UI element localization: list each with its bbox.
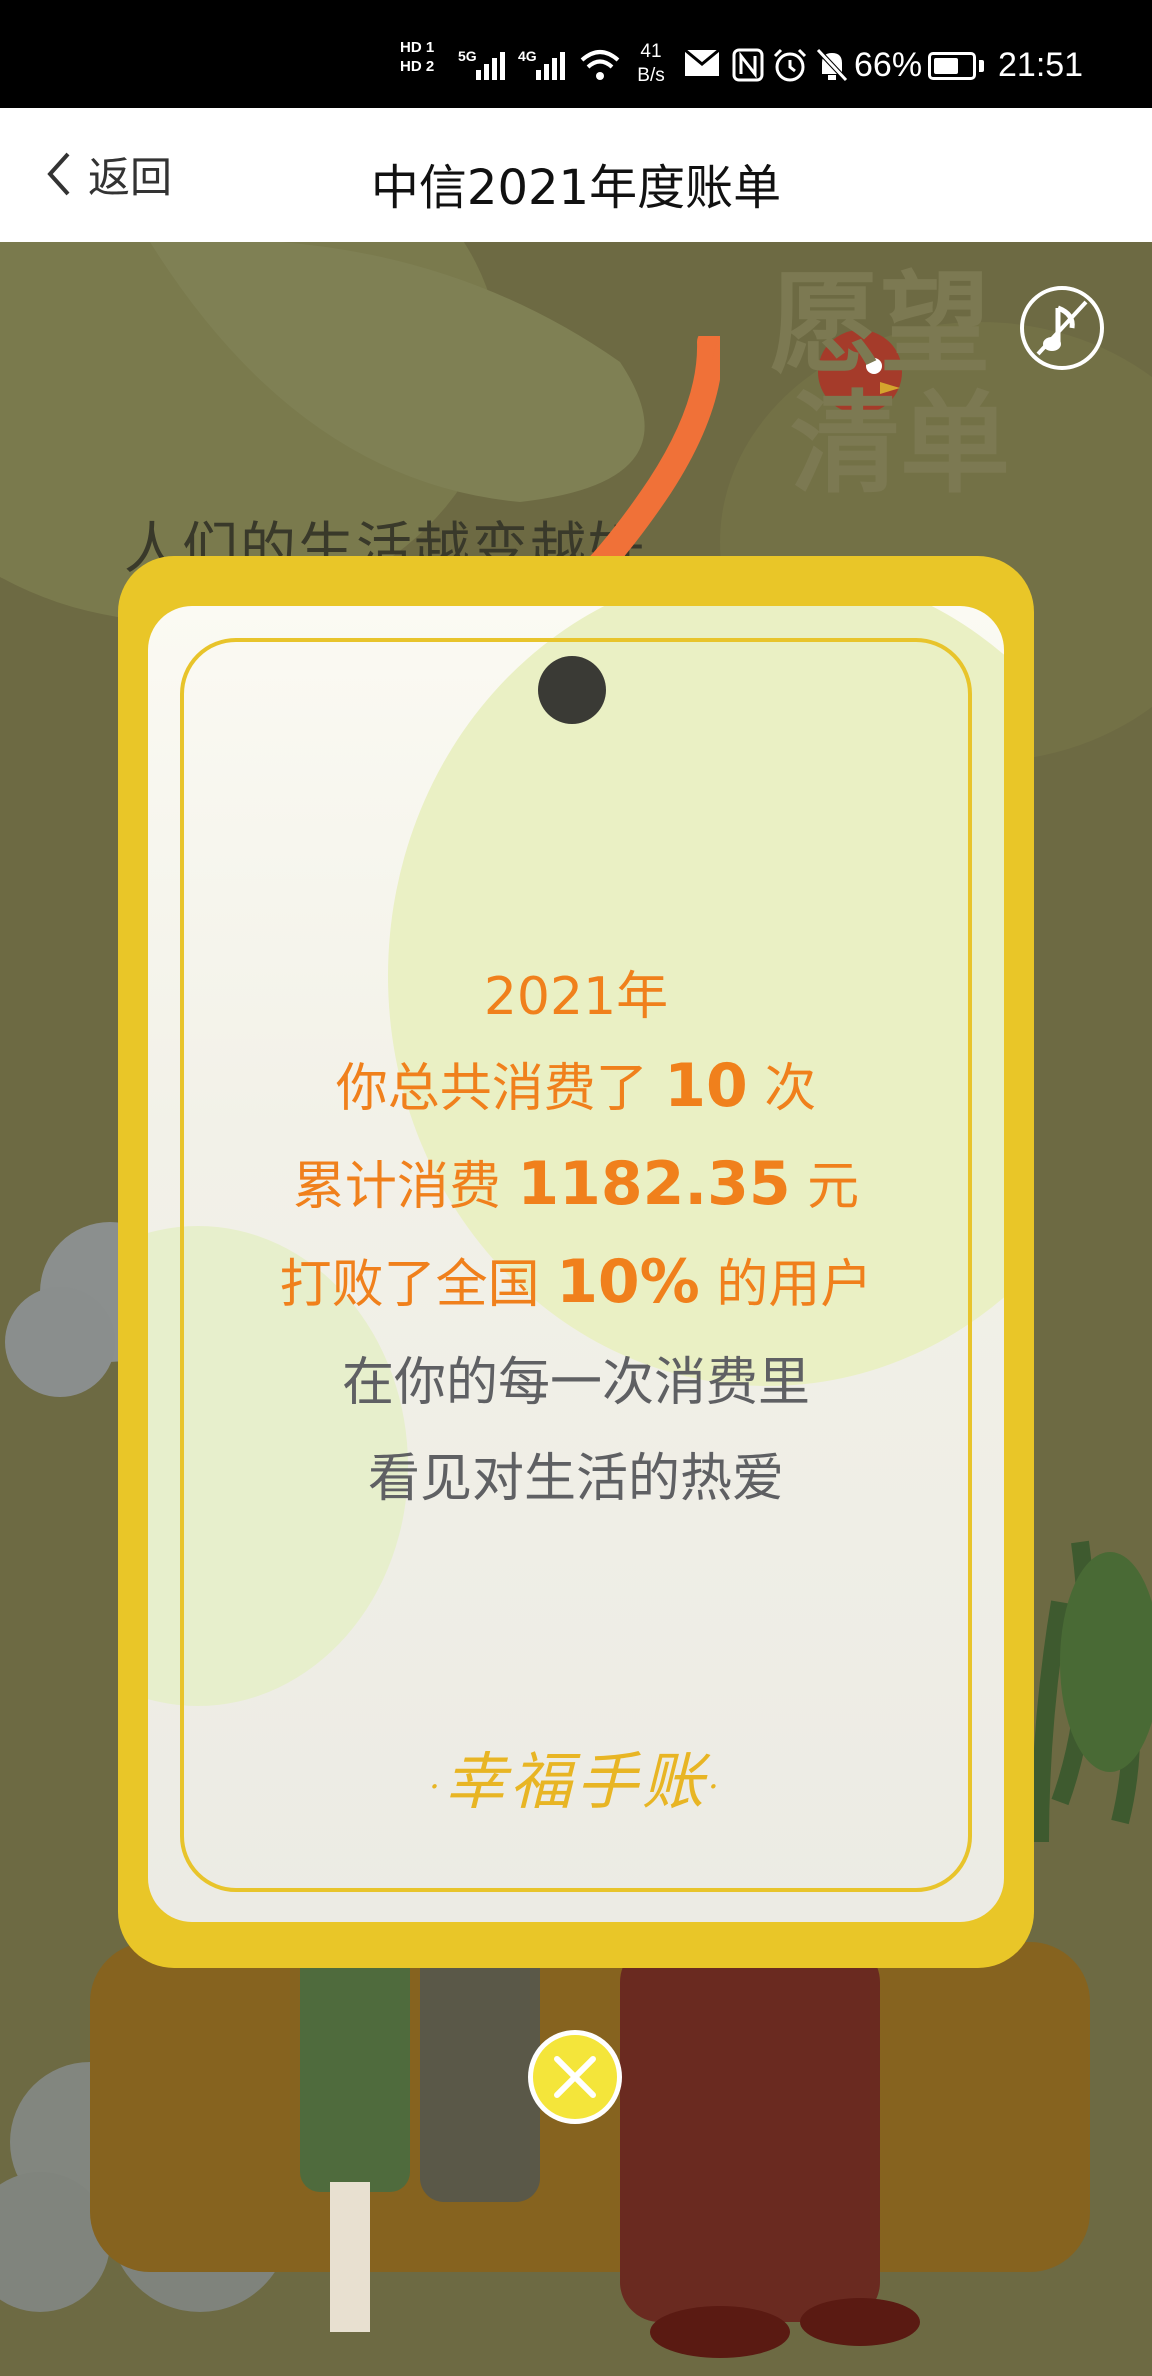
network-gen-1: 5G (458, 48, 477, 64)
alarm-icon (773, 48, 807, 82)
wifi-icon (580, 50, 620, 80)
music-toggle-button[interactable] (1020, 286, 1104, 370)
battery-tip (979, 60, 984, 72)
mail-icon (684, 48, 720, 76)
signal-icon (476, 52, 505, 80)
nav-bar: 返回 中信2021年度账单 (0, 108, 1152, 242)
hd2-label: HD 2 (400, 58, 435, 75)
music-note-icon (1036, 300, 1088, 356)
year-text: 2021年 (483, 967, 669, 1027)
battery-level (934, 58, 958, 74)
year-line: 2021年 (118, 954, 1034, 1029)
count-prefix: 你总共消费了 (335, 1059, 648, 1119)
signal-icon (536, 52, 565, 80)
hd-indicator: HD 1 HD 2 (400, 38, 446, 76)
total-line: 累计消费 1182.35 元 (118, 1144, 1034, 1219)
network-gen-2: 4G (518, 48, 537, 64)
message-line-1: 在你的每一次消费里 (341, 1353, 810, 1413)
count-line: 你总共消费了 10 次 (118, 1046, 1034, 1121)
rank-suffix: 的用户 (716, 1255, 873, 1315)
battery-icon (928, 52, 976, 80)
rank-prefix: 打败了全国 (279, 1255, 540, 1315)
status-bar: HD 1 HD 2 5G 4G 41 B/s 66% 21:51 (0, 0, 1152, 108)
count-suffix: 次 (764, 1059, 817, 1119)
network-speed-unit: B/s (637, 65, 665, 86)
bill-card: 2021年 你总共消费了 10 次 累计消费 1182.35 元 打败了全国 1… (118, 556, 1034, 1968)
clock: 21:51 (998, 46, 1084, 84)
svg-text:愿望: 愿望 (770, 259, 990, 388)
rank-value: 10% (556, 1247, 700, 1317)
nfc-icon (732, 48, 764, 82)
network-speed: 41 B/s (628, 40, 674, 88)
close-icon (554, 2056, 596, 2098)
brand-text: 幸福手账 (443, 1745, 708, 1818)
network-speed-value: 41 (640, 41, 662, 62)
svg-text:清单: 清单 (790, 379, 1010, 508)
count-value: 10 (664, 1051, 748, 1121)
close-button[interactable] (528, 2030, 622, 2124)
tag-hole (538, 656, 606, 724)
rank-line: 打败了全国 10% 的用户 (118, 1242, 1034, 1317)
page-title: 中信2021年度账单 (370, 160, 782, 216)
total-prefix: 累计消费 (292, 1157, 501, 1217)
battery-percent: 66% (854, 46, 923, 84)
brand-logo: ·幸福手账· (429, 1745, 723, 1818)
message-line-2: 看见对生活的热爱 (367, 1449, 784, 1509)
mute-icon (816, 48, 848, 82)
total-suffix: 元 (807, 1157, 860, 1217)
hd1-label: HD 1 (400, 39, 435, 56)
total-value: 1182.35 (517, 1149, 791, 1219)
